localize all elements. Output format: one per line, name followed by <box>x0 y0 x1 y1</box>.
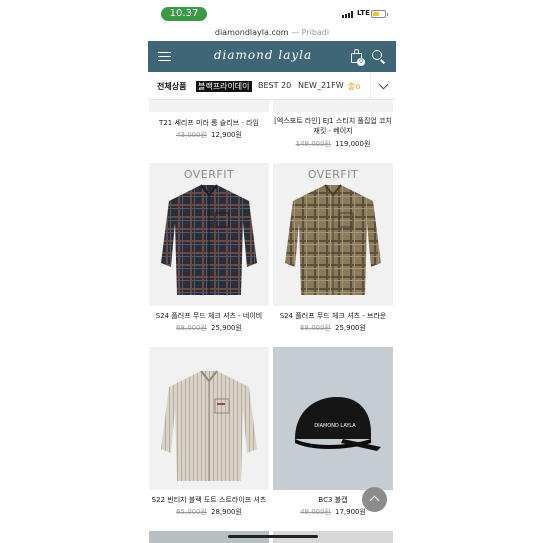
product-image[interactable] <box>149 347 269 490</box>
network-label: LTE <box>357 9 370 17</box>
product-name[interactable]: [엑스포트 라인] EJ1 스티치 풀집업 코치 재킷 - 베이지 <box>273 116 393 136</box>
tab-black-friday[interactable]: 블랙프라이데이 <box>196 81 252 92</box>
original-price: 68,000원 <box>300 324 331 332</box>
original-price: 49,000원 <box>300 508 331 516</box>
chevron-down-icon[interactable] <box>370 72 396 99</box>
product-image[interactable] <box>149 100 269 112</box>
black-cap-image: DIAMOND LAYLA <box>295 397 381 451</box>
url-bar[interactable]: diamondlayla.com — Pribadi <box>148 25 396 41</box>
site-logo[interactable]: diamond layla <box>208 48 318 62</box>
product-name[interactable]: S22 빈티지 블랙 도트 스트라이프 셔츠 <box>149 495 269 505</box>
overfit-badge: OVERFIT <box>183 168 235 181</box>
battery-icon <box>371 10 388 18</box>
original-price: 68,000원 <box>176 324 207 332</box>
brown-check-shirt-image <box>285 184 381 295</box>
search-icon[interactable] <box>372 50 386 64</box>
product-price: 149,000원 119,000원 <box>273 139 393 149</box>
sale-price: 12,900원 <box>211 131 242 139</box>
product-name[interactable]: S24 플러프 무드 체크 셔츠 - 네이비 <box>149 311 269 321</box>
product-image[interactable] <box>273 100 393 112</box>
home-indicator[interactable] <box>228 535 318 538</box>
product-price: 43,000원 12,900원 <box>149 130 269 140</box>
cap-logo-text: DIAMOND LAYLA <box>314 423 356 429</box>
phone-screen: 10.37 LTE diamondlayla.com — Pribadi dia… <box>148 0 396 543</box>
sale-price: 119,000원 <box>335 140 371 148</box>
menu-icon[interactable] <box>158 52 171 61</box>
url-subtitle: Pribadi <box>301 28 330 37</box>
overfit-badge: OVERFIT <box>307 168 359 181</box>
sale-price: 25,900원 <box>335 324 366 332</box>
status-bar: 10.37 LTE <box>148 0 396 26</box>
product-image[interactable]: DIAMOND LAYLA <box>273 347 393 490</box>
scroll-to-top-button[interactable] <box>362 487 387 512</box>
status-time: 10.37 <box>161 7 207 21</box>
sale-price: 17,900원 <box>335 508 366 516</box>
original-price: 65,000원 <box>176 508 207 516</box>
category-tabs: 전체상품 블랙프라이데이 BEST 20 NEW_21FW 출o <box>148 72 396 102</box>
cart-count-badge: 0 <box>357 58 365 66</box>
site-header: diamond layla 0 <box>148 41 396 72</box>
url-text: diamondlayla.com <box>214 28 289 37</box>
product-price: 68,000원 25,900원 <box>273 323 393 333</box>
tab-more[interactable]: 출o <box>348 81 360 92</box>
sale-price: 25,900원 <box>211 324 242 332</box>
product-price: 68,000원 25,900원 <box>149 323 269 333</box>
original-price: 43,000원 <box>176 131 207 139</box>
product-image[interactable]: OVERFIT <box>149 163 269 306</box>
tab-all-products[interactable]: 전체상품 <box>157 81 187 102</box>
product-price: 65,000원 28,900원 <box>149 507 269 517</box>
tab-best-20[interactable]: BEST 20 <box>258 81 291 90</box>
striped-shirt-image <box>161 370 257 481</box>
sale-price: 28,900원 <box>211 508 242 516</box>
product-image[interactable]: OVERFIT <box>273 163 393 306</box>
original-price: 149,000원 <box>295 140 331 148</box>
battery-level <box>373 12 379 16</box>
product-name[interactable]: T21 세리프 미러 롱 슬리브 - 라임 <box>149 118 269 128</box>
product-grid: T21 세리프 미러 롱 슬리브 - 라임 43,000원 12,900원 [엑스… <box>148 100 396 543</box>
url-separator: — <box>288 28 302 37</box>
product-name[interactable]: S24 플러프 무드 체크 셔츠 - 브라운 <box>273 311 393 321</box>
tab-new-21fw[interactable]: NEW_21FW <box>298 81 344 90</box>
signal-icon <box>342 11 354 18</box>
navy-check-shirt-image <box>161 184 257 295</box>
